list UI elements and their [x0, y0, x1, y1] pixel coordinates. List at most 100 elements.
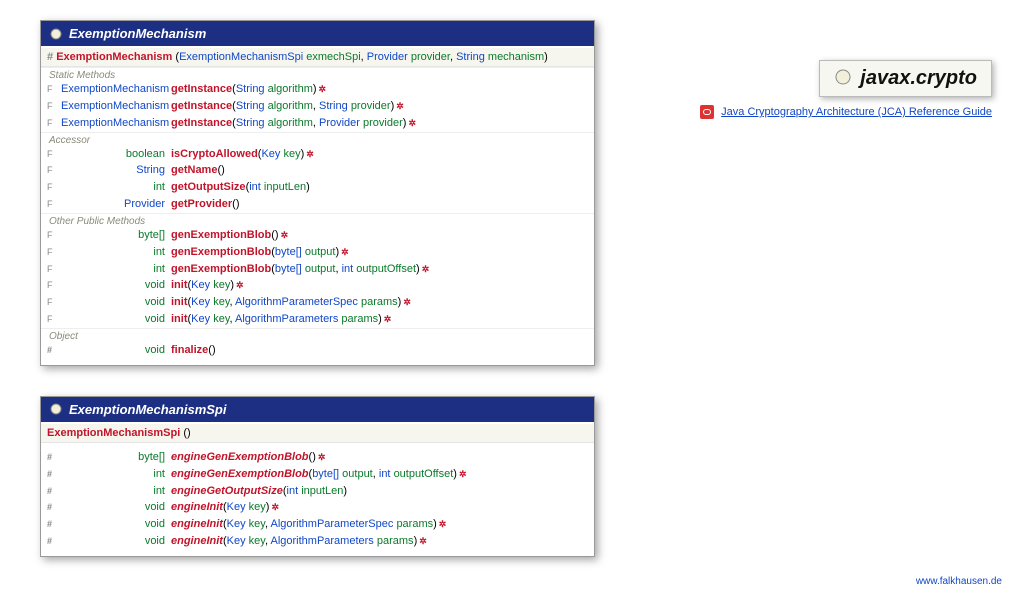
- params: (byte[] output, int outputOffset): [309, 467, 457, 482]
- method-name: init: [171, 295, 188, 310]
- return-type: void: [61, 312, 171, 327]
- return-type: void: [61, 295, 171, 310]
- method-name: getInstance: [171, 82, 232, 97]
- method-name: getOutputSize: [171, 180, 246, 195]
- flag: F: [47, 198, 61, 210]
- method-name: getInstance: [171, 99, 232, 114]
- flag: F: [47, 164, 61, 176]
- method-row: Fvoidinit (Key key, AlgorithmParameters …: [41, 311, 594, 328]
- return-type: void: [61, 343, 171, 358]
- method-row: Fvoidinit (Key key, AlgorithmParameterSp…: [41, 294, 594, 311]
- flag: #: [47, 518, 61, 530]
- method-row: Fbyte[]genExemptionBlob () ✲: [41, 227, 594, 244]
- params: (String algorithm): [232, 82, 316, 97]
- return-type: int: [61, 245, 171, 260]
- params: (): [271, 228, 278, 243]
- return-type: void: [61, 517, 171, 532]
- method-row: FintgenExemptionBlob (byte[] output, int…: [41, 261, 594, 278]
- return-type: String: [61, 163, 171, 178]
- method-name: isCryptoAllowed: [171, 147, 258, 162]
- class-box-exemption-mechanism: ExemptionMechanism # ExemptionMechanism …: [40, 20, 595, 366]
- flag: F: [47, 100, 61, 112]
- throws-icon: ✲: [234, 279, 244, 291]
- return-type: ExemptionMechanism: [61, 116, 171, 131]
- params: (Key key, AlgorithmParameterSpec params): [188, 295, 402, 310]
- throws-icon: ✲: [420, 263, 430, 275]
- params: (Key key, AlgorithmParameters params): [188, 312, 382, 327]
- params: (): [217, 163, 224, 178]
- watermark: www.falkhausen.de: [916, 576, 1002, 587]
- guide-link[interactable]: Java Cryptography Architecture (JCA) Ref…: [721, 106, 992, 118]
- return-type: void: [61, 500, 171, 515]
- section-accessor: Accessor: [41, 132, 594, 146]
- flag: F: [47, 313, 61, 325]
- flag: F: [47, 296, 61, 308]
- method-row: FProvidergetProvider (): [41, 196, 594, 213]
- method-name: genExemptionBlob: [171, 228, 271, 243]
- params: (String algorithm, Provider provider): [232, 116, 406, 131]
- method-row: FbooleanisCryptoAllowed (Key key) ✲: [41, 146, 594, 163]
- method-row: #voidengineInit (Key key, AlgorithmParam…: [41, 516, 594, 533]
- method-row: #voidfinalize (): [41, 342, 594, 359]
- flag: F: [47, 148, 61, 160]
- constructor-name: ExemptionMechanismSpi: [47, 427, 180, 439]
- params: (Key key): [258, 147, 305, 162]
- params: (Key key): [188, 278, 235, 293]
- class-header: ExemptionMechanism: [41, 21, 594, 46]
- flag: #: [47, 344, 61, 356]
- oracle-icon: [700, 105, 714, 119]
- flag: #: [47, 468, 61, 480]
- params: (byte[] output): [271, 245, 339, 260]
- throws-icon: ✲: [417, 535, 427, 547]
- throws-icon: ✲: [269, 501, 279, 513]
- static-methods: FExemptionMechanismgetInstance (String a…: [41, 81, 594, 132]
- method-row: FintgenExemptionBlob (byte[] output) ✲: [41, 244, 594, 261]
- throws-icon: ✲: [401, 296, 411, 308]
- return-type: ExemptionMechanism: [61, 82, 171, 97]
- flag: #: [47, 485, 61, 497]
- return-type: int: [61, 484, 171, 499]
- method-name: engineGenExemptionBlob: [171, 467, 309, 482]
- method-name: getProvider: [171, 197, 232, 212]
- visibility-icon: #: [47, 51, 53, 63]
- class-name: ExemptionMechanism: [69, 26, 206, 41]
- method-row: FExemptionMechanismgetInstance (String a…: [41, 115, 594, 132]
- method-name: getInstance: [171, 116, 232, 131]
- params: (Key key): [223, 500, 270, 515]
- flag: #: [47, 535, 61, 547]
- section-object: Object: [41, 328, 594, 342]
- throws-icon: ✲: [279, 229, 289, 241]
- flag: F: [47, 181, 61, 193]
- throws-icon: ✲: [317, 83, 327, 95]
- package-name: javax.crypto: [860, 67, 977, 90]
- method-row: #byte[]engineGenExemptionBlob () ✲: [41, 449, 594, 466]
- params: (): [208, 343, 215, 358]
- method-row: FExemptionMechanismgetInstance (String a…: [41, 98, 594, 115]
- return-type: int: [61, 180, 171, 195]
- return-type: boolean: [61, 147, 171, 162]
- throws-icon: ✲: [316, 451, 326, 463]
- method-row: #voidengineInit (Key key, AlgorithmParam…: [41, 533, 594, 550]
- flag: F: [47, 229, 61, 241]
- object-methods: #voidfinalize (): [41, 342, 594, 359]
- other-methods: Fbyte[]genExemptionBlob () ✲FintgenExemp…: [41, 227, 594, 328]
- method-row: #voidengineInit (Key key) ✲: [41, 499, 594, 516]
- method-name: engineInit: [171, 534, 223, 549]
- spi-methods: #byte[]engineGenExemptionBlob () ✲#inten…: [41, 449, 594, 550]
- params: (Key key, AlgorithmParameterSpec params): [223, 517, 437, 532]
- method-name: genExemptionBlob: [171, 262, 271, 277]
- method-row: FintgetOutputSize (int inputLen): [41, 179, 594, 196]
- return-type: int: [61, 262, 171, 277]
- params: (byte[] output, int outputOffset): [271, 262, 419, 277]
- throws-icon: ✲: [394, 100, 404, 112]
- flag: F: [47, 279, 61, 291]
- flag: #: [47, 501, 61, 513]
- method-name: engineGetOutputSize: [171, 484, 283, 499]
- flag: F: [47, 117, 61, 129]
- throws-icon: ✲: [457, 468, 467, 480]
- return-type: byte[]: [61, 450, 171, 465]
- return-type: void: [61, 534, 171, 549]
- section-other: Other Public Methods: [41, 213, 594, 227]
- class-name: ExemptionMechanismSpi: [69, 402, 226, 417]
- throws-icon: ✲: [406, 117, 416, 129]
